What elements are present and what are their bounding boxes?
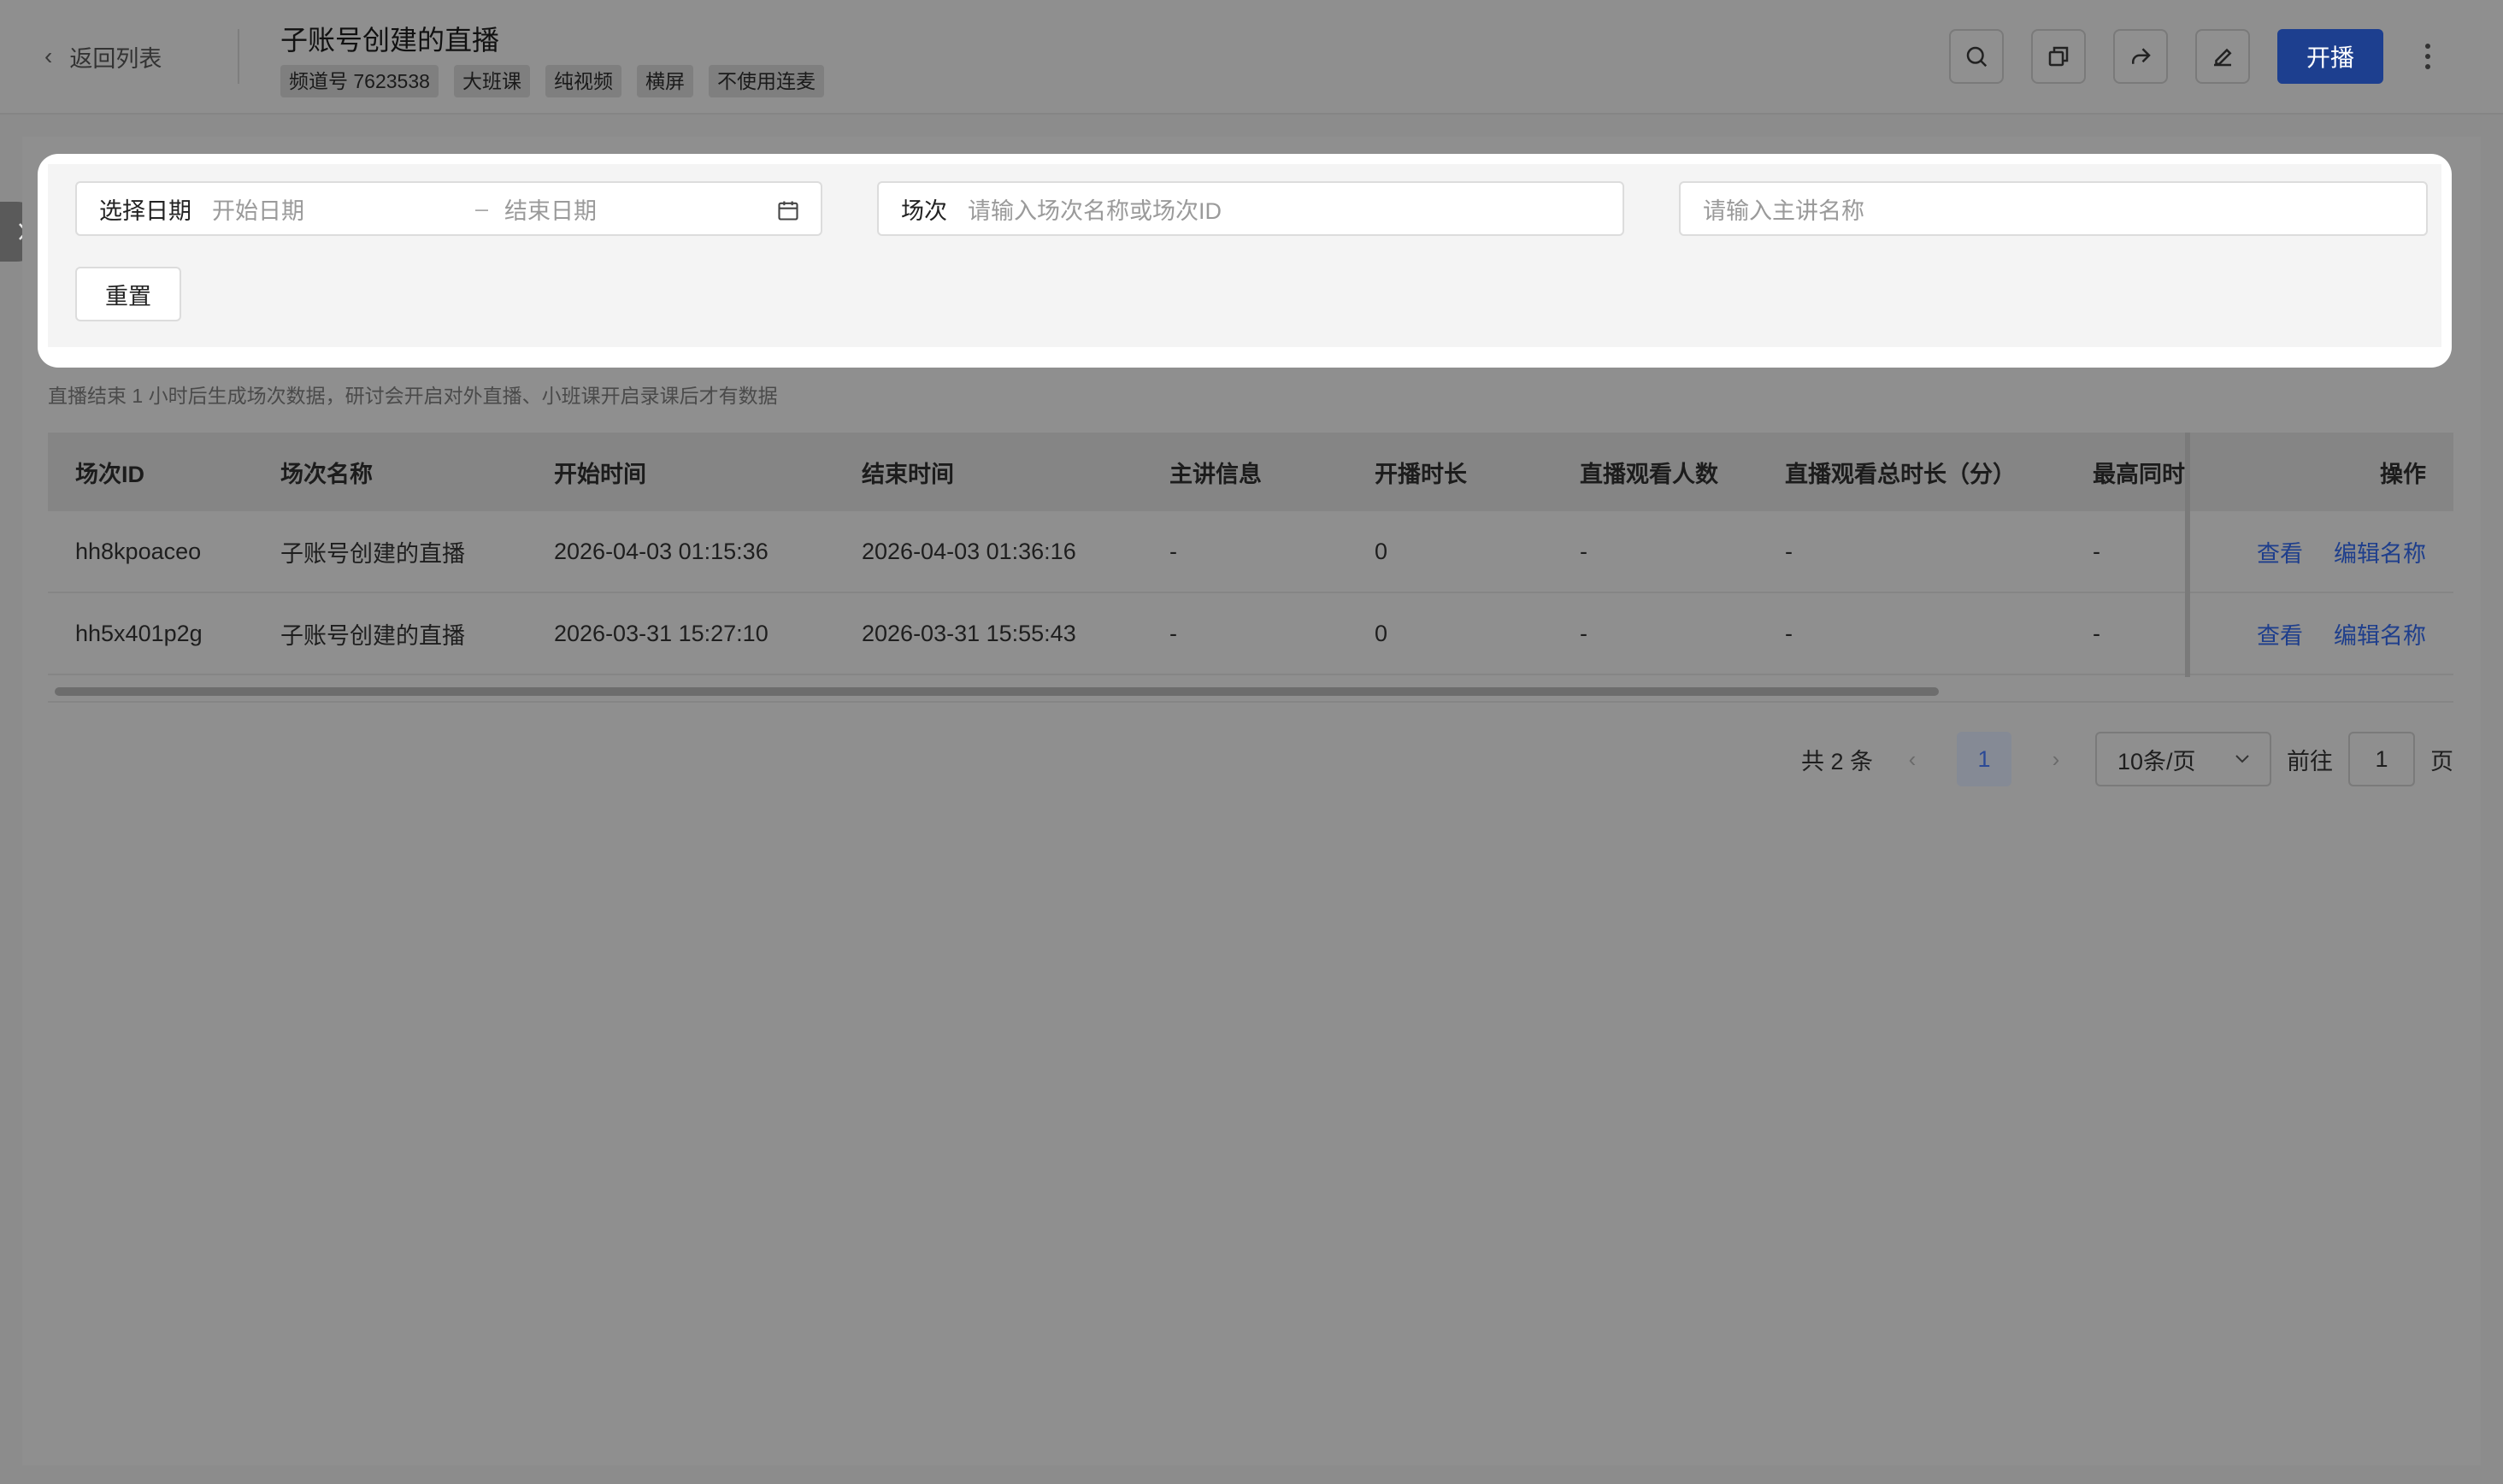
pencil-icon (2214, 48, 2232, 67)
cell-session-id: hh8kpoaceo (75, 538, 202, 564)
prev-page-button[interactable]: ‹ (1890, 746, 1935, 773)
edit-name-link[interactable]: 编辑名称 (2334, 535, 2426, 568)
back-label: 返回列表 (69, 45, 162, 72)
share-button[interactable] (2113, 29, 2168, 84)
session-label: 场次 (901, 197, 947, 224)
cell-peak-concurrent: - (2093, 538, 2100, 564)
edit-button[interactable] (2195, 29, 2250, 84)
chevron-down-icon (2235, 755, 2249, 763)
channel-tags: 频道号 7623538 大班课 纯视频 横屏 不使用连麦 (280, 65, 824, 97)
session-search-input[interactable]: 请输入场次名称或场次ID (968, 192, 1222, 226)
more-menu-button[interactable] (2411, 29, 2445, 84)
fixed-column-shadow (2185, 433, 2190, 677)
copy-icon (2048, 46, 2069, 67)
cell-viewers: - (1580, 538, 1587, 564)
col-session-id: 场次ID (75, 461, 144, 487)
table-header: 场次ID 场次名称 开始时间 结束时间 主讲信息 开播时长 直播观看人数 直播观… (48, 433, 2453, 511)
cell-session-name: 子账号创建的直播 (280, 622, 465, 649)
share-icon (2132, 48, 2151, 64)
cell-session-id: hh5x401p2g (75, 620, 203, 646)
cell-start-time: 2026-03-31 15:27:10 (554, 620, 769, 646)
header-toolbar: 开播 (1949, 29, 2445, 84)
tag-mic-link: 不使用连麦 (708, 65, 824, 97)
col-viewers: 直播观看人数 (1580, 461, 1718, 487)
col-live-duration: 开播时长 (1375, 461, 1467, 487)
cell-live-duration: 0 (1375, 538, 1388, 564)
page-size-value: 10条/页 (2117, 748, 2196, 774)
cell-viewers: - (1580, 620, 1587, 646)
pagination: 共 2 条 ‹ 1 › 10条/页 前往 1 页 (1801, 732, 2453, 786)
col-end-time: 结束时间 (862, 461, 954, 487)
table-row: hh5x401p2g 子账号创建的直播 2026-03-31 15:27:10 … (48, 593, 2453, 675)
calendar-icon (778, 201, 798, 221)
tag-media-type: 纯视频 (545, 65, 621, 97)
date-range-picker[interactable]: 选择日期 开始日期 – 结束日期 (75, 181, 822, 236)
col-start-time: 开始时间 (554, 461, 646, 487)
table-bottom-border (48, 701, 2453, 703)
start-date-input[interactable]: 开始日期 (212, 192, 304, 226)
date-range-label: 选择日期 (99, 197, 191, 224)
start-live-button[interactable]: 开播 (2277, 29, 2383, 84)
back-to-list-link[interactable]: ‹ 返回列表 (44, 39, 162, 74)
view-link[interactable]: 查看 (2257, 617, 2303, 651)
col-peak-concurrent: 最高同时 (2093, 461, 2185, 487)
data-notice: 直播结束 1 小时后生成场次数据，研讨会开启对外直播、小班课开启录课后才有数据 (48, 385, 778, 407)
more-vertical-icon (2425, 44, 2430, 69)
tag-orientation: 横屏 (636, 65, 693, 97)
page-size-select[interactable]: 10条/页 (2095, 732, 2271, 786)
cell-host-info: - (1169, 620, 1177, 646)
page-number-current[interactable]: 1 (1957, 732, 2011, 786)
cell-peak-concurrent: - (2093, 620, 2100, 646)
edit-name-link[interactable]: 编辑名称 (2334, 617, 2426, 651)
page-unit-label: 页 (2430, 748, 2453, 774)
total-count: 共 2 条 (1800, 748, 1873, 774)
reset-button[interactable]: 重置 (75, 267, 181, 321)
next-page-button[interactable]: › (2034, 746, 2078, 773)
cell-session-name: 子账号创建的直播 (280, 540, 465, 567)
range-separator: – (475, 195, 489, 221)
col-actions: 操作 (2380, 461, 2426, 487)
cell-host-info: - (1169, 538, 1177, 564)
cell-end-time: 2026-04-03 01:36:16 (862, 538, 1076, 564)
search-button[interactable] (1949, 29, 2004, 84)
search-icon (1966, 46, 1988, 68)
table-row: hh8kpoaceo 子账号创建的直播 2026-04-03 01:15:36 … (48, 511, 2453, 593)
cell-watch-total: - (1785, 620, 1793, 646)
page-header: ‹ 返回列表 子账号创建的直播 频道号 7623538 大班课 纯视频 横屏 不… (0, 0, 2503, 115)
end-date-input[interactable]: 结束日期 (504, 192, 597, 226)
host-search-field[interactable]: 请输入主讲名称 (1679, 181, 2428, 236)
chevron-left-icon: ‹ (44, 43, 53, 69)
header-divider (238, 29, 239, 84)
goto-label: 前往 (2287, 748, 2333, 774)
copy-button[interactable] (2031, 29, 2086, 84)
tag-class-type: 大班课 (453, 65, 530, 97)
view-link[interactable]: 查看 (2257, 535, 2303, 568)
cell-start-time: 2026-04-03 01:15:36 (554, 538, 769, 564)
goto-page-input[interactable]: 1 (2348, 732, 2415, 786)
cell-watch-total: - (1785, 538, 1793, 564)
col-session-name: 场次名称 (280, 461, 373, 487)
session-table: 场次ID 场次名称 开始时间 结束时间 主讲信息 开播时长 直播观看人数 直播观… (48, 433, 2453, 703)
cell-end-time: 2026-03-31 15:55:43 (862, 620, 1076, 646)
col-host-info: 主讲信息 (1169, 461, 1262, 487)
cell-live-duration: 0 (1375, 620, 1388, 646)
page-title: 子账号创建的直播 (280, 25, 500, 56)
horizontal-scrollbar[interactable] (55, 687, 1939, 696)
host-search-input[interactable]: 请输入主讲名称 (1703, 192, 1864, 226)
session-search-field[interactable]: 场次 请输入场次名称或场次ID (877, 181, 1624, 236)
col-watch-total: 直播观看总时长（分） (1785, 461, 2016, 487)
tag-channel-id: 频道号 7623538 (280, 65, 439, 97)
